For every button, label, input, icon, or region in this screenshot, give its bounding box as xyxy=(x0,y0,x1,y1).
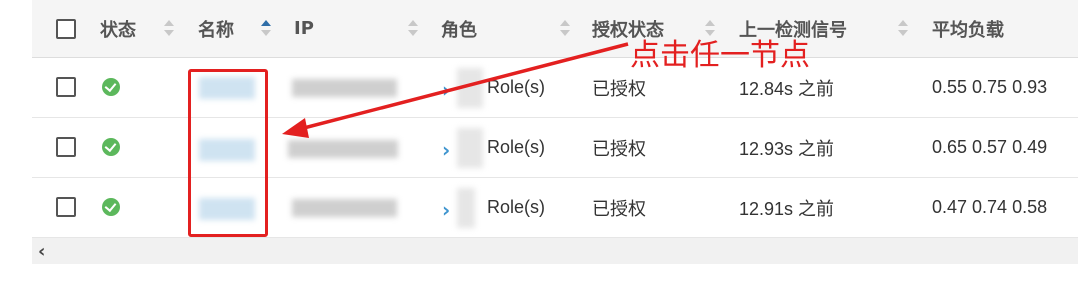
column-header-label: 名称 xyxy=(198,19,234,41)
load-average: 0.47 0.74 0.58 xyxy=(932,197,1048,217)
column-header-label: 角色 xyxy=(441,19,477,41)
column-header-ip[interactable]: IP xyxy=(294,0,314,57)
row-checkbox[interactable] xyxy=(56,197,76,217)
scroll-left-icon[interactable]: ‹ xyxy=(38,241,45,262)
load-average: 0.65 0.57 0.49 xyxy=(932,137,1048,157)
row-checkbox[interactable] xyxy=(56,77,76,97)
node-ip-redacted xyxy=(292,199,397,217)
role-count-redacted xyxy=(457,188,475,228)
column-header-status[interactable]: 状态 xyxy=(100,0,136,57)
auth-status: 已授权 xyxy=(592,138,646,159)
sort-icon[interactable] xyxy=(898,19,908,39)
sort-icon[interactable] xyxy=(560,19,570,39)
row-checkbox[interactable] xyxy=(56,137,76,157)
auth-status: 已授权 xyxy=(592,198,646,219)
role-count-redacted xyxy=(457,128,483,168)
name-column-highlight-box xyxy=(188,69,268,237)
annotation-text: 点击任一节点 xyxy=(630,38,810,73)
column-header-label: 平均负载 xyxy=(932,19,1004,41)
node-ip-redacted xyxy=(292,79,397,97)
sort-icon[interactable] xyxy=(164,19,174,39)
role-count-redacted xyxy=(457,68,483,108)
sort-icon[interactable] xyxy=(408,19,418,39)
chevron-right-icon[interactable]: › xyxy=(442,78,458,102)
column-header-load-average[interactable]: 平均负载 xyxy=(932,0,1004,57)
chevron-right-icon[interactable]: › xyxy=(442,198,458,222)
column-header-role[interactable]: 角色 xyxy=(441,0,477,57)
column-header-label: IP xyxy=(294,18,314,39)
column-header-name[interactable]: 名称 xyxy=(198,0,234,57)
table-header: 状态 名称 IP 角色 授权状态 上一检测信号 平均负载 xyxy=(32,0,1078,58)
last-heartbeat: 12.93s 之前 xyxy=(739,138,835,159)
column-header-label: 状态 xyxy=(100,19,136,41)
chevron-right-icon[interactable]: › xyxy=(442,138,458,162)
last-heartbeat: 12.91s 之前 xyxy=(739,198,835,219)
node-ip-redacted xyxy=(288,140,398,158)
role-label[interactable]: Role(s) xyxy=(487,178,545,237)
select-all-checkbox[interactable] xyxy=(56,19,76,39)
load-average: 0.55 0.75 0.93 xyxy=(932,77,1048,97)
sort-asc-icon[interactable] xyxy=(261,19,271,39)
role-label[interactable]: Role(s) xyxy=(487,118,545,177)
role-label[interactable]: Role(s) xyxy=(487,58,545,117)
check-circle-icon xyxy=(102,138,120,156)
check-circle-icon xyxy=(102,198,120,216)
check-circle-icon xyxy=(102,78,120,96)
horizontal-scrollbar[interactable]: ‹ xyxy=(32,238,1078,264)
